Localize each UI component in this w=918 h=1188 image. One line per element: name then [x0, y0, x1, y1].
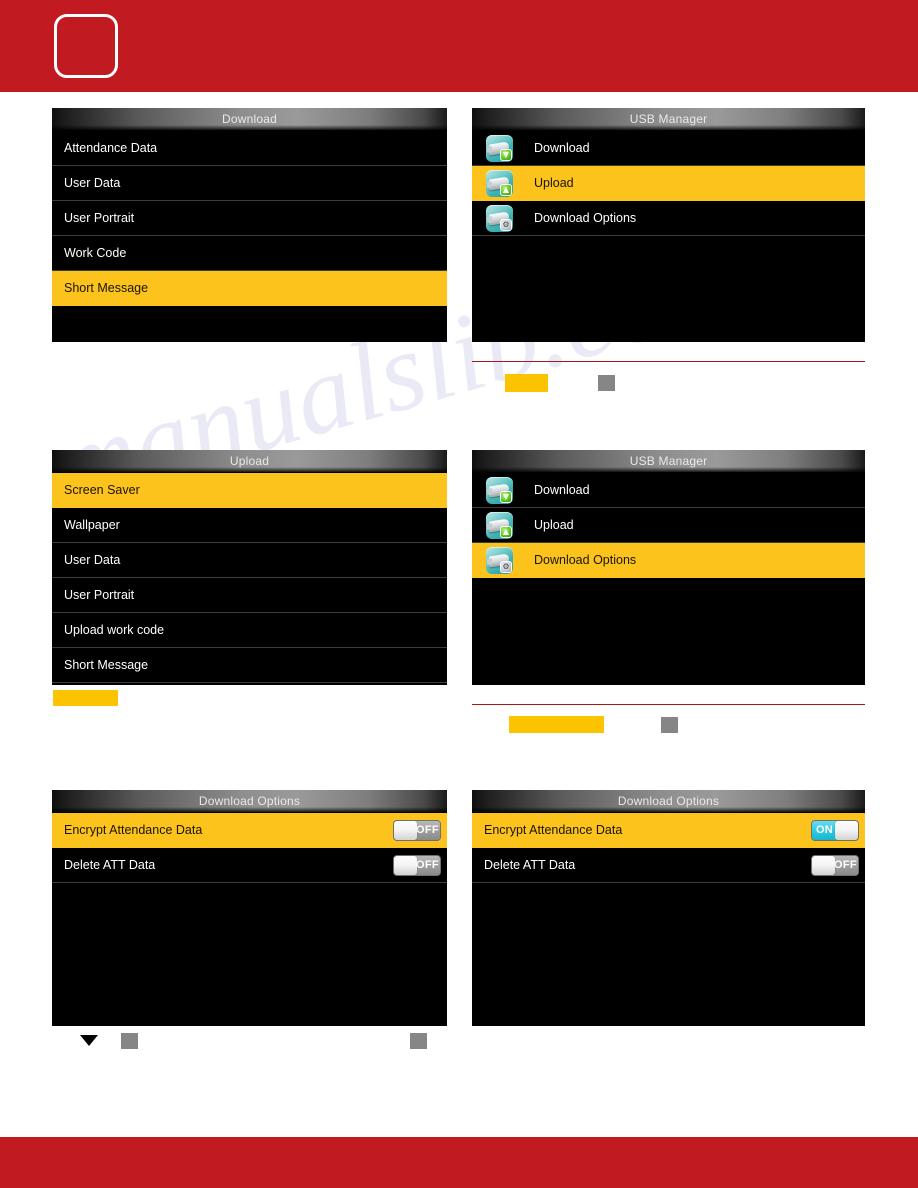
panel-title: Upload: [52, 450, 447, 473]
list-item-label: Work Code: [64, 246, 127, 260]
annotation-rule: [472, 361, 865, 362]
usb-upload-icon: ▲: [486, 170, 513, 197]
list-item[interactable]: Wallpaper: [52, 508, 447, 543]
panel-title: Download Options: [472, 790, 865, 813]
list-item-selected[interactable]: Screen Saver: [52, 473, 447, 508]
list-item-label: Attendance Data: [64, 141, 158, 155]
list-item-selected[interactable]: Encrypt Attendance Data OFF: [52, 813, 447, 848]
annotation-marker-gray: [410, 1033, 427, 1049]
list-item[interactable]: ⚙ Download Options: [472, 201, 865, 236]
list-item[interactable]: Delete ATT Data OFF: [52, 848, 447, 883]
screen-download-options-off: Download Options Encrypt Attendance Data…: [52, 790, 447, 1026]
screen-usb-manager-options: USB Manager ▼ Download ▲ Upload ⚙ Downlo…: [472, 450, 865, 685]
page-footer-bar: [0, 1137, 918, 1188]
list-item[interactable]: Short Message: [52, 648, 447, 683]
annotation-marker-triangle: [80, 1035, 98, 1046]
encrypt-attendance-data-toggle[interactable]: ON: [811, 820, 859, 841]
arrow-down-badge-icon: ▼: [500, 491, 512, 503]
menu-list: Attendance Data User Data User Portrait …: [52, 131, 447, 306]
gear-badge-icon: ⚙: [500, 219, 512, 231]
option-label: Encrypt Attendance Data: [484, 823, 623, 837]
menu-list: Screen Saver Wallpaper User Data User Po…: [52, 473, 447, 683]
annotation-marker-yellow: [53, 690, 118, 706]
list-item[interactable]: Upload work code: [52, 613, 447, 648]
usb-upload-icon: ▲: [486, 512, 513, 539]
list-item-label: Short Message: [64, 281, 149, 295]
menu-list: ▼ Download ▲ Upload ⚙ Download Options: [472, 131, 865, 236]
list-item-label: Short Message: [64, 658, 149, 672]
list-item-selected[interactable]: Short Message: [52, 271, 447, 306]
list-item[interactable]: User Data: [52, 543, 447, 578]
usb-options-icon: ⚙: [486, 547, 513, 574]
menu-list: ▼ Download ▲ Upload ⚙ Download Options: [472, 473, 865, 578]
list-item-selected[interactable]: ⚙ Download Options: [472, 543, 865, 578]
list-item-label: User Portrait: [64, 588, 135, 602]
list-item[interactable]: User Portrait: [52, 201, 447, 236]
usb-download-icon: ▼: [486, 135, 513, 162]
toggle-state-label: OFF: [833, 856, 858, 875]
list-item-label: Download Options: [534, 553, 637, 567]
panel-title: Download Options: [52, 790, 447, 813]
list-item-selected[interactable]: ▲ Upload: [472, 166, 865, 201]
option-label: Delete ATT Data: [64, 858, 156, 872]
panel-title: USB Manager: [472, 108, 865, 131]
options-list: Encrypt Attendance Data OFF Delete ATT D…: [52, 813, 447, 883]
list-item-label: Upload work code: [64, 623, 165, 637]
list-item-label: Upload: [534, 518, 574, 532]
usb-options-icon: ⚙: [486, 205, 513, 232]
list-item[interactable]: Work Code: [52, 236, 447, 271]
delete-att-data-toggle[interactable]: OFF: [811, 855, 859, 876]
arrow-up-badge-icon: ▲: [500, 526, 512, 538]
screen-download-menu: Download Attendance Data User Data User …: [52, 108, 447, 342]
list-item-label: Wallpaper: [64, 518, 120, 532]
option-label: Delete ATT Data: [484, 858, 576, 872]
gear-badge-icon: ⚙: [500, 561, 512, 573]
list-item-label: Download: [534, 483, 590, 497]
list-item-label: Download: [534, 141, 590, 155]
screen-download-options-on: Download Options Encrypt Attendance Data…: [472, 790, 865, 1026]
panel-title: USB Manager: [472, 450, 865, 473]
panel-title: Download: [52, 108, 447, 131]
list-item[interactable]: ▲ Upload: [472, 508, 865, 543]
option-label: Encrypt Attendance Data: [64, 823, 203, 837]
annotation-marker-yellow: [509, 716, 604, 733]
list-item-label: Download Options: [534, 211, 637, 225]
toggle-state-label: OFF: [415, 821, 440, 840]
list-item-selected[interactable]: Encrypt Attendance Data ON: [472, 813, 865, 848]
arrow-up-badge-icon: ▲: [500, 184, 512, 196]
options-list: Encrypt Attendance Data ON Delete ATT Da…: [472, 813, 865, 883]
list-item-label: User Portrait: [64, 211, 135, 225]
list-item[interactable]: ▼ Download: [472, 473, 865, 508]
toggle-knob: [394, 821, 417, 840]
list-item[interactable]: User Data: [52, 166, 447, 201]
annotation-rule: [472, 704, 865, 705]
toggle-state-label: ON: [812, 821, 837, 840]
screen-usb-manager-upload: USB Manager ▼ Download ▲ Upload ⚙ Downlo…: [472, 108, 865, 342]
screen-upload-menu: Upload Screen Saver Wallpaper User Data …: [52, 450, 447, 685]
arrow-down-badge-icon: ▼: [500, 149, 512, 161]
list-item[interactable]: User Portrait: [52, 578, 447, 613]
annotation-marker-gray: [661, 717, 678, 733]
list-item-label: Upload: [534, 176, 574, 190]
encrypt-attendance-data-toggle[interactable]: OFF: [393, 820, 441, 841]
list-item-label: Screen Saver: [64, 483, 140, 497]
annotation-marker-gray: [598, 375, 615, 391]
list-item-label: User Data: [64, 553, 121, 567]
toggle-knob: [812, 856, 835, 875]
list-item[interactable]: ▼ Download: [472, 131, 865, 166]
usb-download-icon: ▼: [486, 477, 513, 504]
delete-att-data-toggle[interactable]: OFF: [393, 855, 441, 876]
page-header-bar: [0, 0, 918, 92]
header-logo-placeholder: [54, 14, 118, 78]
list-item-label: User Data: [64, 176, 121, 190]
annotation-marker-gray: [121, 1033, 138, 1049]
toggle-knob: [835, 821, 858, 840]
toggle-knob: [394, 856, 417, 875]
toggle-state-label: OFF: [415, 856, 440, 875]
list-item[interactable]: Attendance Data: [52, 131, 447, 166]
list-item[interactable]: Delete ATT Data OFF: [472, 848, 865, 883]
annotation-marker-yellow: [505, 374, 548, 392]
